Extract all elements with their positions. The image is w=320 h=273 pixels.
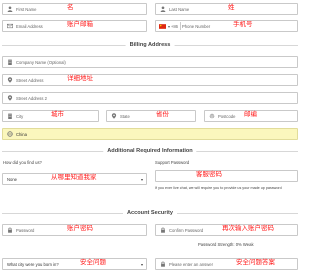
phone-divider (180, 22, 182, 30)
support-password-help: If you ever live chat, we will require y… (155, 186, 282, 190)
state-placeholder: State (120, 113, 130, 119)
country-select[interactable]: China (2, 128, 298, 140)
support-password-label: Support Password (155, 160, 190, 165)
state-field[interactable]: State (106, 110, 196, 122)
city-placeholder: City (16, 113, 24, 119)
china-flag-icon[interactable] (158, 21, 167, 31)
how-find-value: None (7, 176, 18, 182)
first-name-field[interactable]: First Name (2, 3, 147, 15)
password-strength: Password Strength: 0% Weak (198, 242, 254, 247)
confirm-password-placeholder: Confirm Password (169, 227, 204, 233)
billing-title: Billing Address (125, 41, 175, 49)
map-pin-icon (5, 93, 15, 103)
how-find-label: How did you find us? (3, 160, 42, 165)
last-name-annotation: 姓 (228, 3, 235, 11)
security-title: Account Security (122, 209, 178, 217)
company-placeholder: Company Name (Optional) (16, 59, 66, 65)
user-icon (5, 4, 15, 14)
security-section-header: Account Security (0, 209, 300, 217)
support-password-field[interactable] (155, 170, 298, 182)
additional-title: Additional Required Information (103, 147, 197, 155)
security-answer-placeholder: Please enter an answer (169, 261, 213, 267)
street-address-2-field[interactable]: Street Address 2 (2, 92, 298, 104)
building-icon (5, 57, 15, 67)
chevron-down-icon: ▾ (140, 261, 143, 267)
security-answer-field[interactable]: Please enter an answer (155, 258, 298, 270)
phone-placeholder: Phone Number (182, 23, 211, 29)
building-icon (5, 111, 15, 121)
confirm-password-annotation: 再次输入账户密码 (222, 224, 274, 232)
email-annotation: 账户邮箱 (67, 20, 93, 28)
street-address-placeholder: Street Address (16, 77, 44, 83)
street-address-2-placeholder: Street Address 2 (16, 95, 47, 101)
postcode-annotation: 邮编 (244, 110, 257, 118)
password-annotation: 账户密码 (67, 224, 93, 232)
company-field[interactable]: Company Name (Optional) (2, 56, 298, 68)
security-answer-annotation: 安全问题答案 (236, 258, 275, 266)
street-address-field[interactable]: Street Address (2, 74, 298, 86)
lock-icon (158, 259, 168, 269)
envelope-icon (5, 21, 15, 31)
user-icon (158, 4, 168, 14)
phone-field[interactable]: ▾ +86 Phone Number (155, 20, 298, 32)
phone-country-caret[interactable]: ▾ (168, 24, 170, 29)
security-question-select[interactable]: What city were you born in? ▾ (2, 258, 147, 270)
last-name-placeholder: Last Name (169, 6, 190, 12)
password-placeholder: Password (16, 227, 35, 233)
phone-country-code: +86 (170, 23, 179, 29)
first-name-placeholder: First Name (16, 6, 37, 12)
additional-section-header: Additional Required Information (0, 147, 300, 155)
phone-annotation: 手机号 (233, 20, 253, 28)
last-name-field[interactable]: Last Name (155, 3, 298, 15)
security-question-value: What city were you born in? (7, 261, 59, 267)
lock-icon (158, 225, 168, 235)
gear-icon (207, 111, 217, 121)
globe-icon (5, 129, 15, 139)
first-name-annotation: 名 (67, 3, 74, 11)
map-pin-icon (109, 111, 119, 121)
state-annotation: 省份 (156, 110, 169, 118)
how-find-annotation: 从哪里知道我家 (51, 173, 97, 181)
street-address-annotation: 详细地址 (67, 74, 93, 82)
support-password-annotation: 客服密码 (196, 170, 222, 178)
chevron-down-icon: ▾ (140, 176, 143, 182)
security-question-annotation: 安全问题 (80, 258, 106, 266)
country-value: China (16, 131, 27, 137)
email-placeholder: Email Address (16, 23, 43, 29)
postcode-placeholder: Postcode (218, 113, 236, 119)
billing-section-header: Billing Address (0, 41, 300, 49)
lock-icon (5, 225, 15, 235)
map-pin-icon (5, 75, 15, 85)
city-annotation: 城市 (51, 110, 64, 118)
